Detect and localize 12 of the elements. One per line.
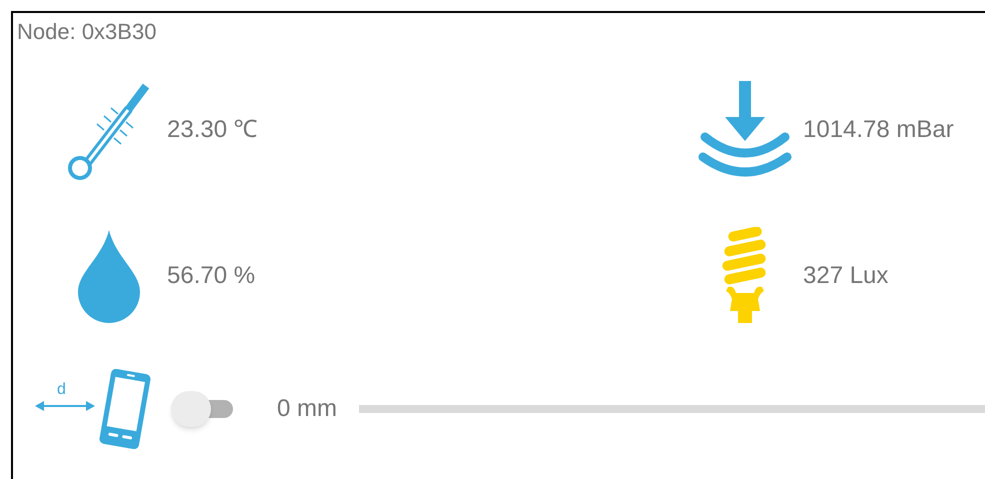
water-drop-icon (76, 228, 142, 324)
sensor-value: 327 Lux (803, 261, 888, 291)
sensor-value: 23.30 ℃ (167, 115, 258, 145)
distance-value: 0 mm (277, 394, 337, 424)
distance-label: d (57, 381, 66, 399)
proximity-toggle[interactable] (171, 389, 235, 429)
sensor-value: 56.70 % (167, 261, 256, 291)
phone-distance-icon (35, 369, 153, 449)
distance-slider[interactable] (359, 405, 985, 413)
node-label: Node: 0x3B30 (17, 19, 156, 45)
pressure-icon (697, 81, 793, 179)
sensor-value: 1014.78 mBar (803, 115, 954, 145)
